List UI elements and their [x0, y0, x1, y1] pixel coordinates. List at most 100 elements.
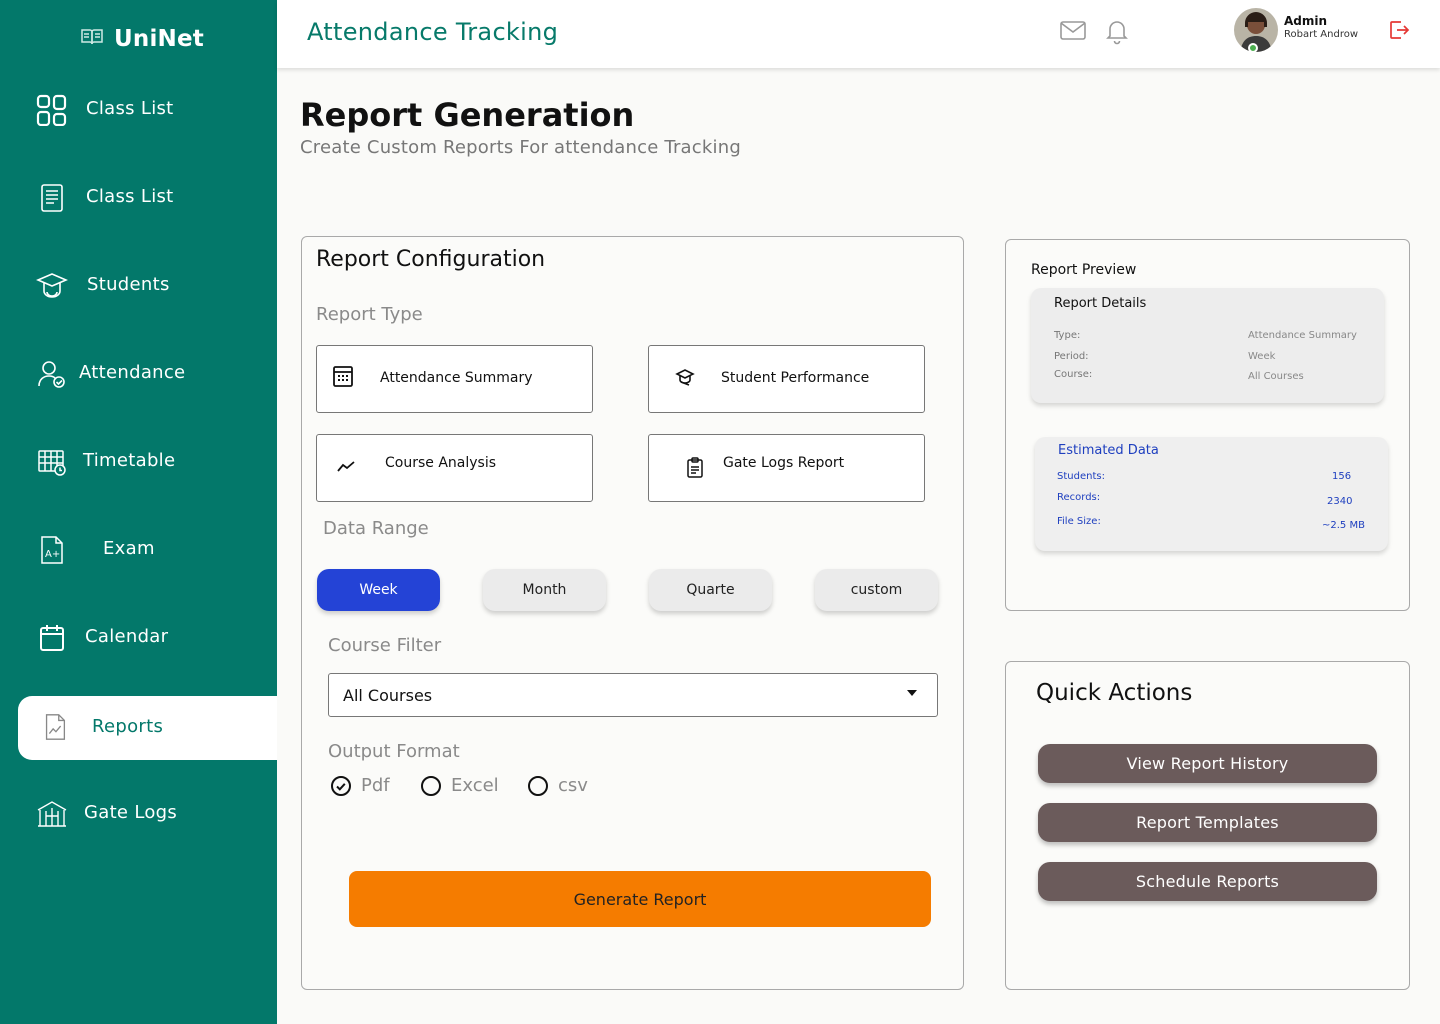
- range-custom-button[interactable]: custom: [815, 569, 938, 611]
- estimated-key: File Size:: [1057, 516, 1101, 527]
- course-filter-value: All Courses: [343, 686, 433, 705]
- course-filter-label: Course Filter: [328, 635, 442, 656]
- details-title: Report Details: [1054, 296, 1147, 311]
- chart-file-icon: [40, 712, 72, 744]
- format-csv-radio[interactable]: csv: [528, 775, 588, 796]
- estimated-key: Records:: [1057, 492, 1101, 503]
- estimated-data-box: Estimated Data Students: 156 Records: 23…: [1035, 437, 1388, 551]
- sidebar-item-label: Reports: [92, 716, 164, 737]
- format-label: csv: [558, 775, 588, 796]
- detail-value: All Courses: [1248, 371, 1304, 382]
- report-type-label: Report Type: [316, 304, 423, 325]
- chevron-down-icon: [907, 690, 917, 696]
- sidebar-item-label: Calendar: [85, 626, 169, 647]
- graduate-cap-icon: [35, 270, 69, 302]
- top-header: Attendance Tracking Admin Robart Androw: [277, 0, 1440, 68]
- detail-key: Course:: [1054, 369, 1093, 380]
- sidebar-item-gate-logs[interactable]: Gate Logs: [18, 782, 277, 846]
- report-configuration-card: Report Configuration Report Type Attenda…: [301, 236, 964, 990]
- estimated-value: 2340: [1327, 496, 1353, 507]
- quick-actions-title: Quick Actions: [1036, 680, 1193, 706]
- format-label: Pdf: [361, 775, 390, 796]
- header-title: Attendance Tracking: [307, 18, 559, 46]
- sidebar-item-attendance[interactable]: Attendance: [18, 342, 277, 406]
- data-range-label: Data Range: [323, 518, 429, 539]
- grade-file-icon: A+: [36, 534, 68, 566]
- report-preview-card: Report Preview Report Details Type: Atte…: [1005, 239, 1410, 611]
- sidebar-item-label: Class List: [86, 98, 174, 119]
- estimated-value: 156: [1332, 471, 1352, 482]
- estimated-key: Students:: [1057, 471, 1105, 482]
- view-report-history-button[interactable]: View Report History: [1038, 744, 1377, 783]
- format-label: Excel: [451, 775, 499, 796]
- output-format-label: Output Format: [328, 741, 460, 762]
- gate-icon: [36, 798, 68, 830]
- estimated-value: ~2.5 MB: [1322, 520, 1365, 531]
- format-excel-radio[interactable]: Excel: [421, 775, 499, 796]
- user-name: Robart Androw: [1284, 29, 1359, 40]
- checked-circle-icon: [331, 775, 351, 796]
- trend-line-icon: [335, 455, 359, 479]
- radio-circle-icon: [528, 775, 548, 796]
- report-type-label: Gate Logs Report: [723, 455, 845, 471]
- mail-icon[interactable]: [1058, 16, 1088, 46]
- report-type-label: Attendance Summary: [380, 370, 533, 386]
- sidebar-item-reports[interactable]: Reports: [18, 696, 277, 760]
- radio-circle-icon: [421, 775, 441, 796]
- detail-key: Type:: [1054, 330, 1081, 341]
- clipboard-icon: [685, 457, 709, 481]
- svg-text:A+: A+: [45, 549, 60, 560]
- user-check-icon: [36, 358, 68, 390]
- sidebar-item-students[interactable]: Students: [18, 254, 277, 318]
- grid-icon: [36, 94, 68, 127]
- bell-icon[interactable]: [1102, 16, 1132, 46]
- report-type-label: Student Performance: [721, 370, 870, 386]
- range-month-button[interactable]: Month: [483, 569, 606, 611]
- table-clock-icon: [36, 446, 68, 478]
- document-list-icon: [36, 182, 68, 214]
- detail-value: Week: [1248, 351, 1276, 362]
- course-filter-select[interactable]: All Courses: [328, 673, 938, 717]
- preview-title: Report Preview: [1031, 262, 1137, 278]
- sidebar-item-calendar[interactable]: Calendar: [18, 606, 277, 670]
- sidebar-item-label: Exam: [103, 538, 155, 559]
- user-role: Admin: [1284, 14, 1328, 28]
- sidebar-item-label: Attendance: [79, 362, 186, 383]
- sidebar-item-label: Class List: [86, 186, 174, 207]
- book-icon: [80, 27, 104, 51]
- brand[interactable]: UniNet: [80, 26, 204, 52]
- sidebar: UniNet Class List Class List Students At…: [0, 0, 277, 1024]
- sidebar-item-class-list[interactable]: Class List: [18, 78, 277, 142]
- sidebar-item-label: Students: [87, 274, 170, 295]
- range-week-button[interactable]: Week: [317, 569, 440, 611]
- sidebar-item-exam[interactable]: A+ Exam: [18, 518, 277, 582]
- calendar-grid-icon: [331, 364, 355, 388]
- detail-value: Attendance Summary: [1248, 330, 1357, 341]
- estimated-title: Estimated Data: [1058, 443, 1159, 458]
- format-pdf-radio[interactable]: Pdf: [331, 775, 390, 796]
- report-type-gate-logs-report[interactable]: Gate Logs Report: [648, 434, 925, 502]
- generate-report-button[interactable]: Generate Report: [349, 871, 931, 927]
- sidebar-item-label: Timetable: [83, 450, 176, 471]
- sidebar-item-timetable[interactable]: Timetable: [18, 430, 277, 494]
- schedule-reports-button[interactable]: Schedule Reports: [1038, 862, 1377, 901]
- report-type-attendance-summary[interactable]: Attendance Summary: [316, 345, 593, 413]
- page-title: Report Generation: [300, 96, 635, 134]
- online-status-dot: [1248, 43, 1258, 53]
- calendar-icon: [36, 622, 68, 654]
- brand-name: UniNet: [114, 26, 204, 52]
- report-templates-button[interactable]: Report Templates: [1038, 803, 1377, 842]
- sidebar-item-class-list-2[interactable]: Class List: [18, 166, 277, 230]
- logout-icon[interactable]: [1387, 18, 1417, 48]
- config-title: Report Configuration: [316, 247, 546, 272]
- range-quarter-button[interactable]: Quarte: [649, 569, 772, 611]
- sidebar-item-label: Gate Logs: [84, 802, 178, 823]
- quick-actions-card: Quick Actions View Report History Report…: [1005, 661, 1410, 990]
- report-details-box: Report Details Type: Attendance Summary …: [1031, 288, 1384, 403]
- graduate-cap-icon: [675, 368, 699, 392]
- report-type-student-performance[interactable]: Student Performance: [648, 345, 925, 413]
- detail-key: Period:: [1054, 351, 1089, 362]
- report-type-course-analysis[interactable]: Course Analysis: [316, 434, 593, 502]
- report-type-label: Course Analysis: [385, 455, 497, 471]
- page-subtitle: Create Custom Reports For attendance Tra…: [300, 137, 741, 158]
